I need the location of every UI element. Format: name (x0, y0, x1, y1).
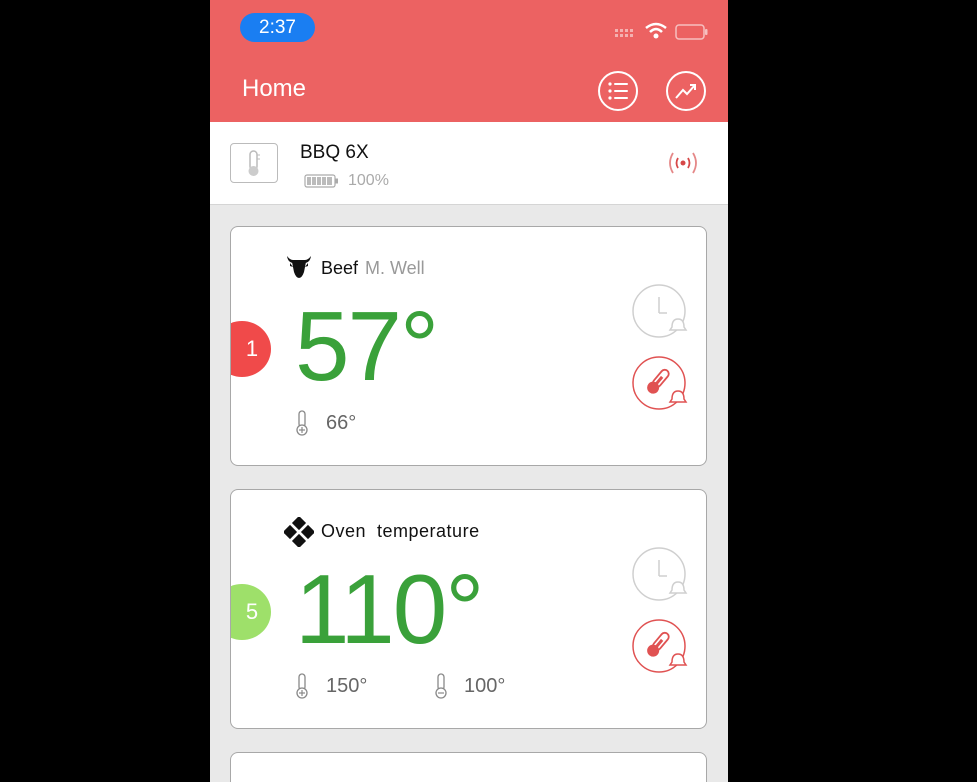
app-header: 2:37 Home (210, 0, 728, 122)
device-battery-percent: 100% (348, 172, 389, 189)
current-temperature: 57° (295, 291, 439, 401)
probe-number-badge: 5 (231, 584, 271, 640)
device-bar[interactable]: BBQ 6X 100% (210, 122, 728, 205)
device-thermometer-icon (230, 143, 278, 183)
target-temperature: 66° (326, 412, 357, 434)
current-temperature: 110° (295, 554, 484, 664)
beef-icon (287, 256, 311, 278)
temperature-alarm-icon[interactable] (631, 618, 689, 676)
page-title: Home (242, 75, 307, 102)
probe-name: Oven temperature (321, 521, 480, 541)
oven-icon (284, 517, 314, 547)
probe-card[interactable] (230, 752, 707, 782)
target-thermometer-icon (296, 410, 308, 436)
probe-card[interactable]: 5 Oven temperature 110° 150° 100° (230, 489, 707, 729)
cellular-signal-icon (615, 29, 633, 37)
status-time: 2:37 (240, 13, 315, 42)
low-thermometer-icon (435, 673, 447, 699)
timer-alarm-icon[interactable] (631, 546, 689, 604)
device-name: BBQ 6X (300, 142, 369, 163)
battery-icon (675, 24, 708, 40)
doneness-level: M. Well (365, 258, 425, 278)
high-temperature: 150° (326, 675, 368, 697)
trend-button[interactable] (666, 71, 706, 111)
high-thermometer-icon (296, 673, 308, 699)
trend-icon (675, 84, 696, 99)
meat-name: Beef (321, 258, 359, 278)
probe-card[interactable]: 1 Beef M. Well 57° 66° (230, 226, 707, 466)
list-button[interactable] (598, 71, 638, 111)
list-icon (608, 82, 628, 100)
low-temperature: 100° (464, 675, 506, 697)
phone-screen: 2:37 Home BBQ 6X 100% 1 Beef M. Well 57°… (210, 0, 728, 782)
temperature-alarm-icon[interactable] (631, 355, 689, 413)
device-battery-icon (304, 174, 338, 188)
probe-number-badge: 1 (231, 321, 271, 377)
broadcast-signal-icon (669, 152, 697, 174)
timer-alarm-icon[interactable] (631, 283, 689, 341)
wifi-icon (645, 22, 667, 39)
